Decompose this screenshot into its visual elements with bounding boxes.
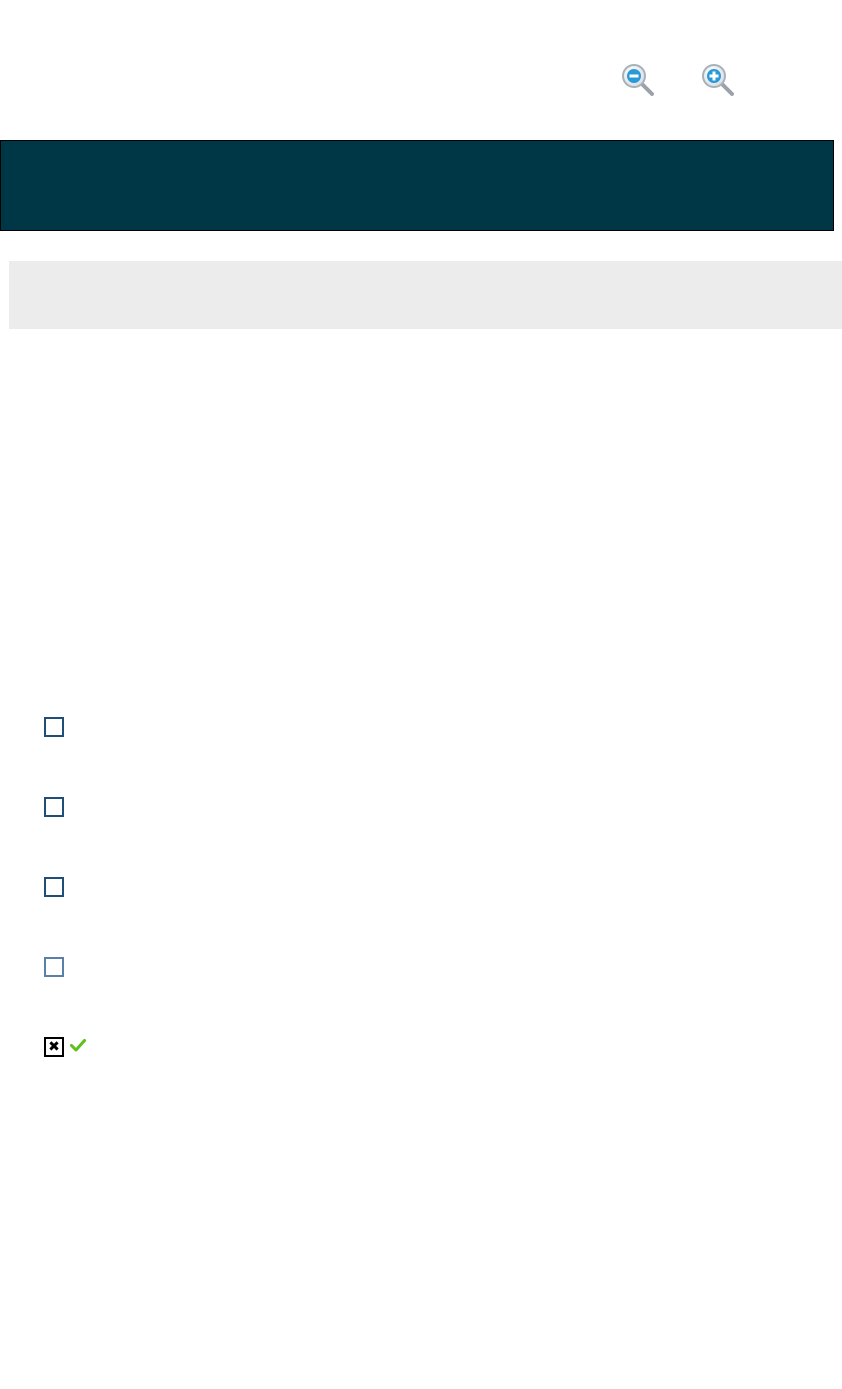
page: ✖: [0, 0, 842, 1389]
answer-option: [44, 875, 804, 955]
answer-checkbox-checked[interactable]: ✖: [44, 1037, 64, 1057]
zoom-controls: [600, 58, 760, 102]
answer-checkbox[interactable]: [44, 797, 64, 817]
checked-x-mark: ✖: [48, 1039, 60, 1055]
zoom-out-icon: [622, 64, 654, 96]
zoom-in-icon: [702, 64, 734, 96]
answer-checkbox[interactable]: [44, 957, 64, 977]
answer-options: ✖: [44, 715, 804, 1115]
subheader-text: [9, 261, 842, 309]
header-title: [1, 141, 833, 201]
answer-option: [44, 715, 804, 795]
checkmark-icon: [70, 1039, 86, 1052]
answer-option: [44, 955, 804, 1035]
header-bar: [0, 140, 834, 231]
zoom-out-button[interactable]: [616, 58, 660, 102]
zoom-in-button[interactable]: [696, 58, 740, 102]
subheader-bar: [9, 261, 842, 329]
answer-option: ✖: [44, 1035, 804, 1115]
answer-option: [44, 795, 804, 875]
answer-checkbox[interactable]: [44, 717, 64, 737]
answer-checkbox[interactable]: [44, 877, 64, 897]
